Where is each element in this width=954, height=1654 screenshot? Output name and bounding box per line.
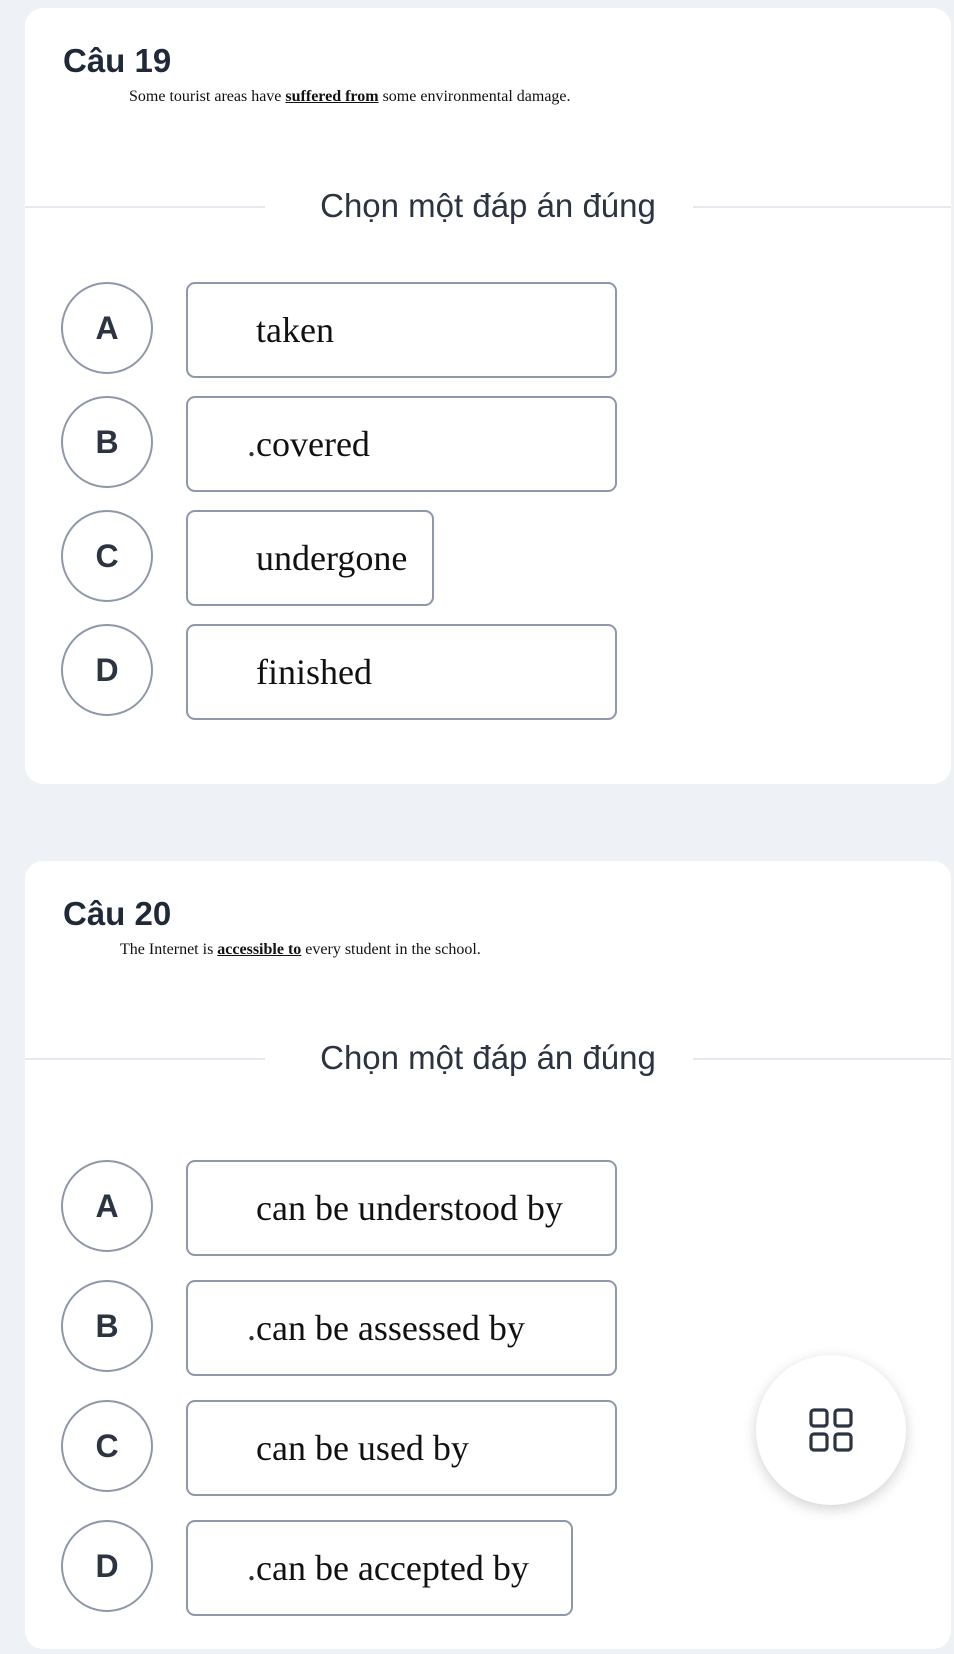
question-grid-button[interactable] <box>756 1355 906 1505</box>
option-c-circle[interactable]: C <box>61 1400 153 1492</box>
option-d-circle[interactable]: D <box>61 624 153 716</box>
option-b-circle[interactable]: B <box>61 1280 153 1372</box>
question-stem: Some tourist areas have suffered from so… <box>129 88 571 105</box>
choose-answer-divider: Chọn một đáp án đúng <box>25 1033 951 1083</box>
option-c-box[interactable]: undergone <box>186 510 434 606</box>
grid-icon <box>809 1408 853 1452</box>
question-card-19: Câu 19 Some tourist areas have suffered … <box>25 8 951 784</box>
option-text: can be understood by <box>256 1188 563 1228</box>
option-b-circle[interactable]: B <box>61 396 153 488</box>
option-a-circle[interactable]: A <box>61 282 153 374</box>
option-c-circle[interactable]: C <box>61 510 153 602</box>
option-d-circle[interactable]: D <box>61 1520 153 1612</box>
option-text: can be accepted by <box>256 1548 529 1588</box>
option-text: finished <box>256 652 372 692</box>
option-text: taken <box>256 310 334 350</box>
option-d-box[interactable]: . can be accepted by <box>186 1520 573 1616</box>
option-d-box[interactable]: finished <box>186 624 617 720</box>
choose-answer-divider: Chọn một đáp án đúng <box>25 181 951 231</box>
option-a-box[interactable]: can be understood by <box>186 1160 617 1256</box>
option-a-box[interactable]: taken <box>186 282 617 378</box>
option-a-circle[interactable]: A <box>61 1160 153 1252</box>
option-text: covered <box>256 424 370 464</box>
underlined-phrase: accessible to <box>217 941 302 958</box>
option-c-box[interactable]: can be used by <box>186 1400 617 1496</box>
option-b-box[interactable]: . covered <box>186 396 617 492</box>
option-b-box[interactable]: . can be assessed by <box>186 1280 617 1376</box>
question-title: Câu 19 <box>63 42 172 79</box>
option-text: can be used by <box>256 1428 469 1468</box>
option-text: undergone <box>256 538 408 578</box>
underlined-phrase: suffered from <box>285 88 379 105</box>
choose-answer-label: Chọn một đáp án đúng <box>286 187 690 224</box>
choose-answer-label: Chọn một đáp án đúng <box>286 1039 690 1076</box>
question-stem: The Internet is accessible to every stud… <box>120 941 481 958</box>
option-text: can be assessed by <box>256 1308 525 1348</box>
question-title: Câu 20 <box>63 895 172 932</box>
question-card-20: Câu 20 The Internet is accessible to eve… <box>25 861 951 1649</box>
